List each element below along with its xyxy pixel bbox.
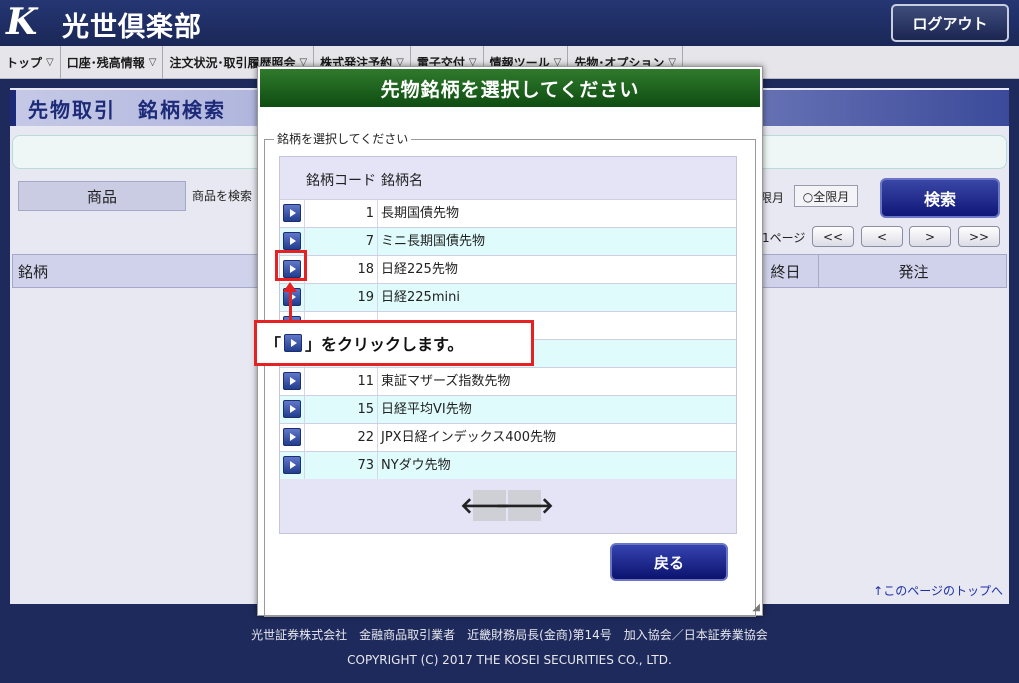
- select-arrow-icon[interactable]: [283, 204, 301, 222]
- fieldset-legend: 銘柄を選択してください: [274, 130, 412, 147]
- next-page-arrow-icon[interactable]: 🡒: [495, 490, 554, 521]
- nav-item-top[interactable]: トップ ▽: [0, 46, 61, 78]
- brand-code: 18: [304, 256, 378, 283]
- modal-title: 先物銘柄を選択してください: [260, 69, 760, 107]
- brand-name: 日経平均VI先物: [381, 402, 472, 417]
- col-order: 発注: [898, 262, 929, 281]
- pager-prev-button[interactable]: <: [861, 226, 903, 247]
- brand-code: 1: [304, 200, 378, 227]
- page-title: 先物取引 銘柄検索: [28, 98, 226, 122]
- select-arrow-icon[interactable]: [283, 456, 301, 474]
- brand-code: 11: [304, 368, 378, 395]
- footer-copyright: COPYRIGHT (C) 2017 THE KOSEI SECURITIES …: [347, 653, 672, 667]
- brand-name: 日経225先物: [381, 262, 458, 277]
- brand-name: 長期国債先物: [381, 206, 460, 221]
- search-button[interactable]: 検索: [880, 178, 1000, 218]
- chevron-down-icon: ▽: [148, 56, 157, 68]
- back-button[interactable]: 戻る: [610, 543, 728, 581]
- brand-code: 15: [304, 396, 378, 423]
- col-code-header: 銘柄コード: [306, 173, 376, 189]
- nav-item-account[interactable]: 口座･残高情報 ▽: [61, 46, 164, 78]
- highlight-box: [275, 250, 307, 281]
- top-header: K 光世倶楽部 ログアウト: [0, 0, 1019, 46]
- list-item: 73 NYダウ先物: [280, 451, 736, 479]
- col-name-header: 銘柄名: [381, 173, 423, 189]
- select-arrow-icon[interactable]: [283, 372, 301, 390]
- pager-next-button[interactable]: >: [909, 226, 951, 247]
- chevron-down-icon: ▽: [46, 56, 54, 68]
- resize-grip-icon[interactable]: ◢: [752, 602, 760, 613]
- product-label: 商品: [18, 181, 186, 211]
- brand-code: 73: [304, 452, 378, 479]
- brand-list-header: 銘柄コード 銘柄名: [280, 157, 738, 199]
- list-item: 22 JPX日経インデックス400先物: [280, 423, 736, 451]
- pointer-line: [289, 289, 292, 321]
- product-hint: 商品を検索: [192, 189, 253, 203]
- list-item: 19 日経225mini: [280, 283, 736, 311]
- list-item: 15 日経平均VI先物: [280, 395, 736, 423]
- brand-title: 光世倶楽部: [62, 12, 202, 43]
- list-item: 7 ミニ長期国債先物: [280, 227, 736, 255]
- footer-company-info: 光世証券株式会社 金融商品取引業者 近畿財務局長(金商)第14号 加入協会／日本…: [251, 628, 768, 642]
- month-label: 限月: [760, 191, 785, 205]
- select-arrow-icon: [284, 334, 303, 352]
- brand-name: JPX日経インデックス400先物: [381, 430, 557, 445]
- page-indicator: 1ページ: [762, 231, 806, 245]
- pager-last-button[interactable]: >>: [958, 226, 1000, 247]
- page-top-link[interactable]: ↑このページのトップへ: [873, 582, 1003, 599]
- select-arrow-icon[interactable]: [283, 232, 301, 250]
- col-brand: 銘柄: [18, 255, 258, 287]
- pager-first-button[interactable]: <<: [812, 226, 854, 247]
- brand-code: 19: [304, 284, 378, 311]
- brand-code: 7: [304, 228, 378, 255]
- instruction-callout: 「 」をクリックします。: [254, 320, 534, 366]
- select-arrow-icon[interactable]: [283, 428, 301, 446]
- logout-button[interactable]: ログアウト: [891, 4, 1009, 42]
- select-arrow-icon[interactable]: [283, 400, 301, 418]
- nav-item-label: トップ: [6, 55, 43, 70]
- list-item: 11 東証マザーズ指数先物: [280, 367, 736, 395]
- brand-name: NYダウ先物: [381, 458, 451, 473]
- all-months-radio[interactable]: ○全限月: [794, 185, 858, 207]
- brand-name: 日経225mini: [381, 290, 460, 305]
- list-item: 1 長期国債先物: [280, 199, 736, 227]
- list-item: 18 日経225先物: [280, 255, 736, 283]
- brand-code: 22: [304, 424, 378, 451]
- callout-text: 」をクリックします。: [305, 335, 464, 354]
- nav-item-label: 口座･残高情報: [66, 55, 145, 70]
- kosei-logo-icon: K: [6, 1, 38, 43]
- brand-name: 東証マザーズ指数先物: [381, 374, 511, 389]
- callout-open-bracket: 「: [265, 335, 282, 354]
- brand-name: ミニ長期国債先物: [381, 234, 486, 249]
